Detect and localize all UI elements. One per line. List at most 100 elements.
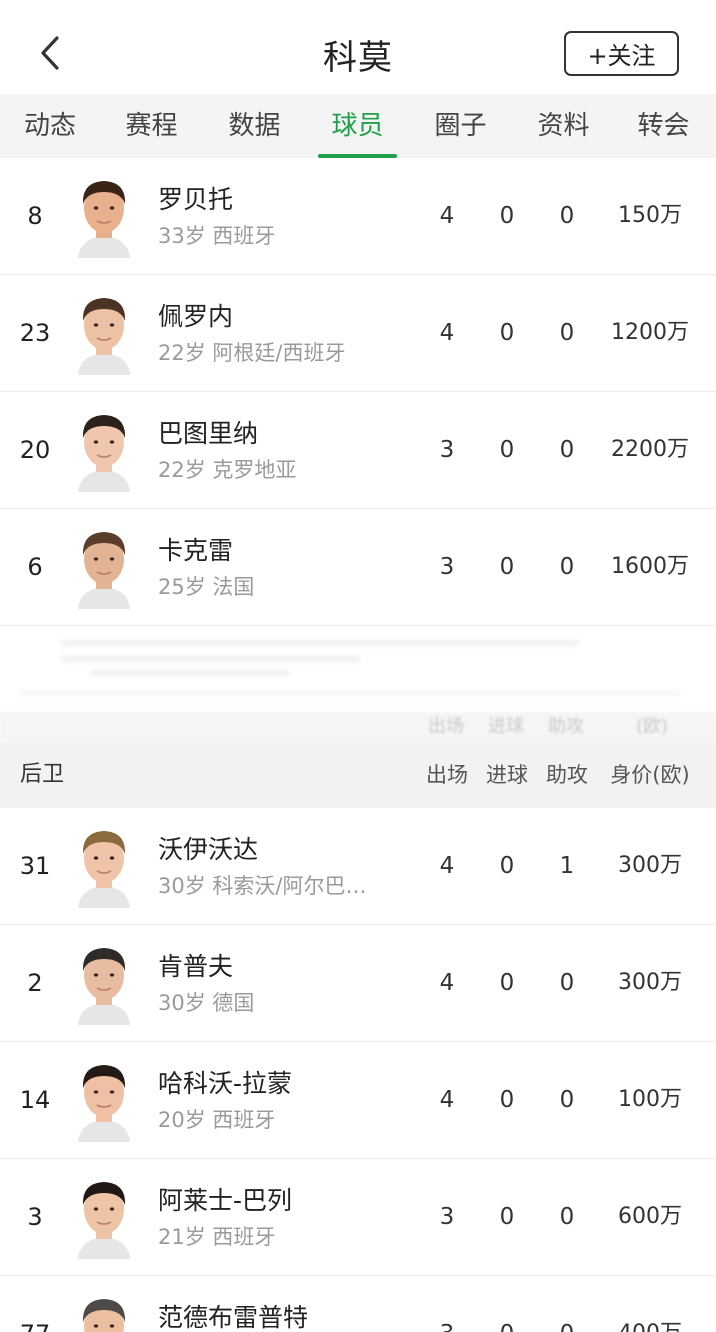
appearances-value: 3 [439, 437, 455, 463]
player-row[interactable]: 23 佩罗内 22岁 阿根廷/西班牙 4 0 0 1200万 [0, 275, 716, 392]
player-list-midfield: 8 罗贝托 33岁 西班牙 4 0 0 150万 23 佩罗内 22岁 阿根廷/西班牙 4 0 0 120… [0, 158, 716, 626]
player-age-nationality: 33岁 西班牙 [158, 224, 276, 248]
goals-value: 0 [499, 1087, 515, 1113]
assists-value: 0 [559, 437, 575, 463]
goals-value: 0 [499, 1204, 515, 1230]
player-name: 沃伊沃达 [158, 835, 259, 864]
goals-value: 0 [477, 1276, 537, 1332]
column-goals: 进球 [486, 763, 528, 787]
jersey-number: 23 [19, 319, 51, 347]
assists-value: 0 [559, 554, 575, 580]
player-row[interactable]: 8 罗贝托 33岁 西班牙 4 0 0 150万 [0, 158, 716, 275]
market-value: 150万 [618, 203, 682, 228]
player-name: 卡克雷 [158, 536, 234, 565]
goals-value: 0 [499, 554, 515, 580]
appearances-value: 3 [439, 554, 455, 580]
tab-bar: 动态 赛程 数据 球员 圈子 资料 转会 [0, 94, 716, 158]
player-name: 佩罗内 [158, 302, 234, 331]
tab-transfers[interactable]: 转会 [615, 94, 712, 158]
player-avatar [74, 1290, 134, 1332]
player-age-nationality: 30岁 科索沃/阿尔巴… [158, 874, 367, 898]
player-row[interactable]: 14 哈科沃-拉蒙 20岁 西班牙 4 0 0 100万 [0, 1042, 716, 1159]
appearances-value: 4 [439, 203, 455, 229]
appearances-value: 3 [417, 1276, 477, 1332]
player-age-nationality: 25岁 法国 [158, 575, 255, 599]
assists-value: 0 [559, 970, 575, 996]
player-row[interactable]: 77范德布雷普特300400万 [0, 1276, 716, 1332]
ghost-apps-label: 出场 [428, 716, 464, 737]
column-assists: 助攻 [546, 763, 588, 787]
appearances-value: 4 [439, 853, 455, 879]
player-avatar [74, 1173, 134, 1259]
section-title: 后卫 [20, 762, 65, 787]
column-value: 身价(欧) [610, 763, 690, 787]
player-avatar [74, 822, 134, 908]
goals-value: 0 [499, 437, 515, 463]
tab-community[interactable]: 圈子 [409, 94, 512, 158]
player-name: 阿莱士-巴列 [158, 1186, 293, 1215]
tab-players[interactable]: 球员 [306, 94, 409, 158]
player-name: 肯普夫 [158, 952, 234, 981]
jersey-number: 2 [27, 969, 43, 997]
jersey-number: 8 [27, 202, 43, 230]
player-name: 罗贝托 [158, 185, 234, 214]
ghost-value-label: (欧) [636, 716, 669, 737]
player-age-nationality: 30岁 德国 [158, 991, 255, 1015]
player-name: 哈科沃-拉蒙 [158, 1069, 293, 1098]
appearances-value: 3 [439, 1204, 455, 1230]
market-value: 100万 [618, 1087, 682, 1112]
assists-value: 0 [559, 320, 575, 346]
tab-schedule[interactable]: 赛程 [100, 94, 203, 158]
assists-value: 0 [559, 203, 575, 229]
goals-value: 0 [499, 203, 515, 229]
player-name: 范德布雷普特 [158, 1303, 309, 1332]
appearances-value: 4 [439, 970, 455, 996]
assists-value: 0 [559, 1204, 575, 1230]
player-row[interactable]: 2 肯普夫 30岁 德国 4 0 0 300万 [0, 925, 716, 1042]
ghost-assists-label: 助攻 [548, 716, 584, 737]
goals-value: 0 [499, 853, 515, 879]
market-value: 1600万 [611, 554, 689, 579]
app-header: 科莫 +关注 [0, 0, 716, 94]
column-apps: 出场 [426, 763, 468, 787]
tab-stats[interactable]: 数据 [203, 94, 306, 158]
market-value: 1200万 [611, 320, 689, 345]
jersey-number: 77 [0, 1276, 70, 1332]
player-age-nationality: 21岁 西班牙 [158, 1225, 276, 1249]
assists-value: 0 [559, 1087, 575, 1113]
player-avatar [74, 939, 134, 1025]
market-value: 600万 [618, 1204, 682, 1229]
tab-news[interactable]: 动态 [0, 94, 100, 158]
goals-value: 0 [499, 320, 515, 346]
market-value: 300万 [618, 853, 682, 878]
player-age-nationality: 20岁 西班牙 [158, 1108, 276, 1132]
player-list-defenders: 31 沃伊沃达 30岁 科索沃/阿尔巴… 4 0 1 300万 2 肯普夫 30岁 德国 4 0 0 30… [0, 808, 716, 1332]
goals-value: 0 [499, 970, 515, 996]
player-age-nationality: 22岁 阿根廷/西班牙 [158, 341, 346, 365]
market-value: 2200万 [611, 437, 689, 462]
player-avatar [74, 1056, 134, 1142]
player-row[interactable]: 6 卡克雷 25岁 法国 3 0 0 1600万 [0, 509, 716, 626]
jersey-number: 14 [19, 1086, 51, 1114]
player-avatar [74, 406, 134, 492]
player-row[interactable]: 20 巴图里纳 22岁 克罗地亚 3 0 0 2200万 [0, 392, 716, 509]
section-header-defenders: 后卫 出场 进球 助攻 身价(欧) [0, 742, 716, 808]
player-name: 巴图里纳 [158, 419, 259, 448]
follow-button[interactable]: +关注 [564, 31, 679, 76]
market-value: 400万 [600, 1276, 700, 1332]
jersey-number: 20 [19, 436, 51, 464]
player-row[interactable]: 3 阿莱士-巴列 21岁 西班牙 3 0 0 600万 [0, 1159, 716, 1276]
jersey-number: 3 [27, 1203, 43, 1231]
assists-value: 1 [559, 853, 575, 879]
jersey-number: 31 [19, 852, 51, 880]
ghost-goals-label: 进球 [488, 716, 524, 737]
player-row[interactable]: 31 沃伊沃达 30岁 科索沃/阿尔巴… 4 0 1 300万 [0, 808, 716, 925]
jersey-number: 6 [27, 553, 43, 581]
tab-info[interactable]: 资料 [512, 94, 615, 158]
player-avatar [74, 172, 134, 258]
assists-value: 0 [537, 1276, 597, 1332]
appearances-value: 4 [439, 320, 455, 346]
player-age-nationality: 22岁 克罗地亚 [158, 458, 297, 482]
player-avatar [74, 289, 134, 375]
player-avatar [74, 523, 134, 609]
